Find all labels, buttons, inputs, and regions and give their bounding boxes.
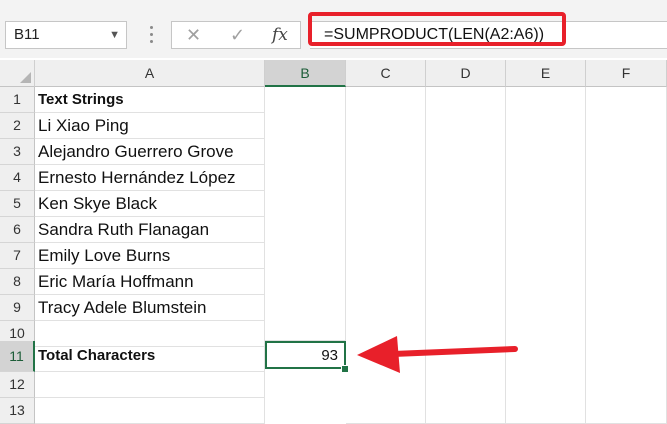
arrow-shaft <box>390 346 518 357</box>
arrow-head <box>357 336 400 373</box>
annotation-arrow <box>357 336 518 373</box>
